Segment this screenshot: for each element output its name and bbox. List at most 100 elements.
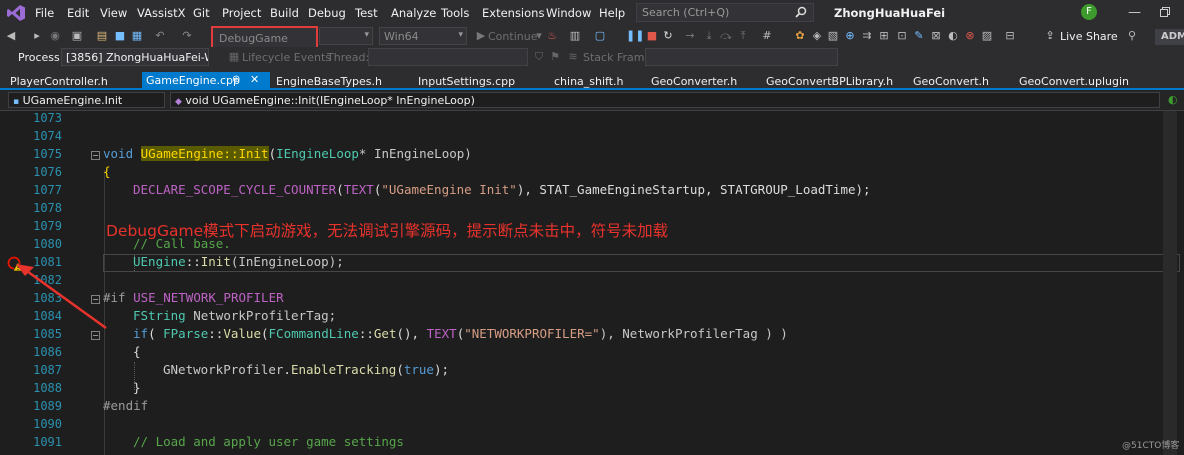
pause-icon[interactable]: ❚❚ [626, 29, 644, 43]
vax-tool-10-icon[interactable]: ◐ [946, 29, 960, 43]
show-next-statement-icon[interactable]: → [683, 29, 697, 43]
scope-combo[interactable]: ▪ UGameEngine.Init [8, 92, 165, 108]
menu-test[interactable]: Test [355, 6, 378, 20]
menu-file[interactable]: File [35, 6, 54, 20]
continue-icon[interactable]: ▶ [474, 29, 488, 43]
vertical-scrollbar[interactable] [1163, 111, 1177, 455]
tab-enginebasetypes-h[interactable]: EngineBaseTypes.h [276, 75, 382, 88]
restart-icon[interactable]: ↻ [661, 29, 675, 43]
vax-tool-3-icon[interactable]: ▧ [826, 29, 840, 43]
vax-tool-1-icon[interactable]: ✿ [793, 29, 807, 43]
code-token: ( [268, 146, 277, 161]
chevron-down-icon[interactable]: ▾ [532, 29, 546, 43]
line-number: 1086 [33, 345, 62, 359]
stop-icon[interactable]: ■ [645, 29, 659, 43]
menu-edit[interactable]: Edit [67, 6, 89, 20]
menu-view[interactable]: View [100, 6, 127, 20]
menu-build[interactable]: Build [270, 6, 299, 20]
code-token: . [283, 362, 291, 377]
forward-nav-icon[interactable]: ◉ [48, 29, 62, 43]
collapse-icon[interactable]: − [91, 151, 100, 160]
code-line-1087: GNetworkProfiler.EnableTracking(true); [163, 362, 449, 377]
vax-tool-5-icon[interactable]: ⇉ [860, 29, 874, 43]
tab-inputsettings-cpp[interactable]: InputSettings.cpp [418, 75, 515, 88]
menu-help[interactable]: Help [599, 6, 625, 20]
vax-tool-11-icon[interactable]: ⊗ [963, 29, 977, 43]
tab-gameengine-cpp[interactable]: GameEngine.cpp ⊕ ✕ [142, 72, 270, 90]
minimize-icon[interactable]: — [1128, 5, 1141, 20]
configuration-dropdown[interactable]: ▾ [319, 27, 373, 45]
vax-tool-9-icon[interactable]: ⊠ [929, 29, 943, 43]
tab-china-shift-h[interactable]: china_shift.h [554, 75, 624, 88]
tab-geoconvert-h[interactable]: GeoConvert.h [913, 75, 989, 88]
vax-tool-2-icon[interactable]: ◈ [810, 29, 824, 43]
restore-icon[interactable] [1160, 7, 1171, 18]
live-share-icon[interactable]: ⇪ [1043, 29, 1057, 43]
code-token: :: [208, 326, 224, 341]
redo-icon[interactable]: ↷ [180, 29, 194, 43]
vax-tool-8-icon[interactable]: ✎ [912, 29, 926, 43]
avatar[interactable]: F [1081, 4, 1097, 20]
code-token: } [133, 380, 141, 395]
feedback-icon[interactable]: ⚲ [1125, 29, 1139, 43]
live-share-button[interactable]: Live Share [1060, 30, 1118, 43]
menu-project[interactable]: Project [222, 6, 261, 20]
menu-extensions[interactable]: Extensions [482, 6, 544, 20]
back-icon[interactable]: ◀ [4, 29, 18, 43]
tab-geoconvertbplibrary-h[interactable]: GeoConvertBPLibrary.h [766, 75, 893, 88]
hot-reload-icon[interactable]: ♨ [545, 29, 559, 43]
lifecycle-events-button[interactable]: Lifecycle Events [242, 51, 331, 64]
toolbar-options-icon[interactable]: ⊟ [1003, 29, 1017, 43]
tab-geoconverter-h[interactable]: GeoConverter.h [651, 75, 737, 88]
admin-badge[interactable]: ADM [1155, 29, 1184, 45]
thread-combo[interactable] [368, 48, 528, 66]
platform-combo[interactable]: Win64 ▾ [379, 27, 467, 45]
code-line-1089: #endif [103, 398, 148, 413]
code-token: FString [133, 308, 186, 323]
hex-display-icon[interactable]: # [760, 29, 774, 43]
flag-icon[interactable]: ⚑ [548, 50, 562, 64]
filter-icon[interactable]: ⛉ [532, 50, 546, 64]
menu-tools[interactable]: Tools [441, 6, 469, 20]
collapse-icon[interactable]: − [91, 331, 100, 340]
menu-git[interactable]: Git [193, 6, 210, 20]
open-folder-icon[interactable]: ▤ [95, 29, 109, 43]
undo-icon[interactable]: ↶ [153, 29, 167, 43]
code-line-1076: { [103, 164, 111, 179]
stack-frame-combo[interactable] [645, 48, 838, 66]
save-icon[interactable]: ■ [113, 29, 127, 43]
step-into-icon[interactable]: ⤓ [702, 29, 716, 43]
vax-tool-4-icon[interactable]: ⊕ [843, 29, 857, 43]
vax-tool-7-icon[interactable]: ⊡ [895, 29, 909, 43]
member-combo[interactable]: ◆ void UGameEngine::Init(IEngineLoop* In… [170, 92, 1160, 108]
screenshot-icon[interactable]: ▢ [593, 29, 607, 43]
search-input[interactable]: Search (Ctrl+Q) [636, 3, 814, 22]
tab-playercontroller-h[interactable]: PlayerController.h [10, 75, 108, 88]
save-all-icon[interactable]: ▦ [130, 29, 144, 43]
new-project-icon[interactable]: ▣ [70, 29, 84, 43]
forward-icon[interactable]: ▸ [30, 29, 44, 43]
build-icon[interactable]: ▥ [568, 29, 582, 43]
vax-tool-6-icon[interactable]: ⊞ [877, 29, 891, 43]
code-token: ( [336, 182, 344, 197]
menu-window[interactable]: Window [546, 6, 591, 20]
vax-tool-12-icon[interactable]: ▨ [980, 29, 994, 43]
code-line-1075: void UGameEngine::Init(IEngineLoop* InEn… [103, 146, 472, 161]
tab-geoconvert-uplugin[interactable]: GeoConvert.uplugin [1019, 75, 1129, 88]
step-out-icon[interactable]: ⤒ [736, 29, 750, 43]
step-over-icon[interactable]: ⤼ [719, 29, 733, 43]
close-icon[interactable]: ✕ [250, 73, 259, 86]
lifecycle-events-icon[interactable]: ▦ [227, 50, 241, 64]
code-token: { [133, 344, 141, 359]
sync-icon[interactable]: ◐ [1168, 93, 1178, 106]
continue-button[interactable]: Continue [488, 30, 537, 43]
menu-analyze[interactable]: Analyze [391, 6, 436, 20]
pin-icon[interactable]: ⊕ [232, 74, 240, 85]
configuration-combo[interactable]: DebugGame [211, 26, 318, 49]
stack-frame-icon[interactable]: ≋ [566, 50, 580, 64]
code-editor[interactable] [0, 111, 1184, 455]
menu-vassistx[interactable]: VAssistX [137, 6, 186, 20]
menu-debug[interactable]: Debug [308, 6, 346, 20]
code-line-1081: UEngine::Init(InEngineLoop); [133, 254, 344, 269]
process-combo[interactable]: [3856] ZhongHuaHuaFei-Win64 [61, 48, 209, 66]
